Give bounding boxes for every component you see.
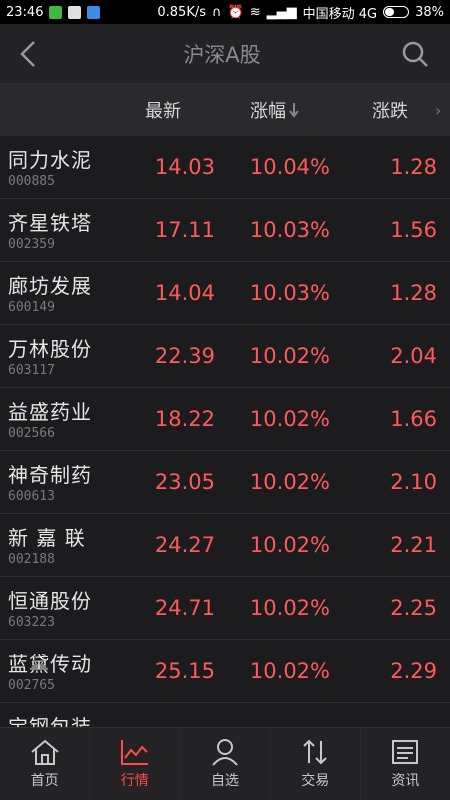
stock-pct-change: 10.03% — [249, 281, 330, 305]
trade-arrows-icon — [303, 739, 327, 765]
stock-pct-change: 10.02% — [249, 533, 330, 557]
stock-price: 25.15 — [154, 659, 215, 683]
headset-icon: ∩ — [212, 4, 222, 20]
stock-code: 600149 — [8, 300, 55, 315]
tab-news[interactable]: 资讯 — [361, 728, 450, 800]
stock-change: 1.66 — [390, 407, 437, 431]
stock-name: 万林股份 — [8, 337, 92, 361]
signal-icon: ▂▄▆ — [266, 4, 297, 20]
market-chart-icon — [120, 740, 148, 765]
tab-news-label: 资讯 — [391, 773, 420, 789]
network-speed: 0.85K/s — [157, 4, 206, 20]
stock-price: 22.39 — [154, 344, 215, 368]
stock-row[interactable]: 同力水泥 000885 14.03 10.04% 1.28 — [0, 136, 450, 199]
tab-home-label: 首页 — [30, 773, 59, 789]
stock-change: 2.29 — [390, 659, 437, 683]
stock-list: 同力水泥 000885 14.03 10.04% 1.28 齐星铁塔 00235… — [0, 136, 450, 728]
stock-code: 002566 — [8, 426, 55, 441]
sort-descending-icon — [289, 103, 299, 118]
tab-home[interactable]: 首页 — [0, 728, 91, 800]
status-time: 23:46 — [6, 4, 44, 20]
stock-row[interactable]: 恒通股份 603223 24.71 10.02% 2.25 — [0, 577, 450, 640]
stock-code: 002765 — [8, 678, 55, 693]
stock-row[interactable]: 廊坊发展 600149 14.04 10.03% 1.28 — [0, 262, 450, 325]
app-notification-icon — [68, 5, 82, 19]
watchlist-person-icon — [212, 739, 238, 766]
stock-pct-change: 10.02% — [249, 659, 330, 683]
column-newest[interactable]: 最新 — [145, 97, 181, 123]
column-pct-label: 涨幅 — [250, 101, 286, 122]
tab-trade[interactable]: 交易 — [271, 728, 361, 800]
stock-code: 600613 — [8, 489, 55, 504]
nav-bar: 沪深A股 — [0, 24, 450, 84]
stock-row[interactable]: 蓝黛传动 002765 25.15 10.02% 2.29 — [0, 640, 450, 703]
search-icon[interactable] — [400, 39, 430, 69]
carrier: 中国移动 4G — [302, 6, 378, 22]
stock-name: 廊坊发展 — [8, 274, 92, 298]
wechat-notification-icon — [49, 5, 63, 19]
stock-name: 益盛药业 — [8, 400, 92, 424]
column-change[interactable]: 涨跌 — [372, 97, 408, 123]
stock-price: 24.71 — [154, 596, 215, 620]
stock-price: 18.22 — [154, 407, 215, 431]
battery-icon — [383, 6, 410, 18]
stock-price: 14.03 — [154, 155, 215, 179]
stock-change: 2.21 — [390, 533, 437, 557]
stock-pct-change: 10.02% — [249, 596, 330, 620]
stock-code: 002359 — [8, 237, 55, 252]
page-title: 沪深A股 — [183, 42, 261, 67]
stock-name: 齐星铁塔 — [8, 211, 92, 235]
back-icon[interactable] — [20, 34, 44, 74]
tab-watchlist[interactable]: 自选 — [180, 728, 271, 800]
stock-change: 2.25 — [390, 596, 437, 620]
stock-row[interactable]: 万林股份 603117 22.39 10.02% 2.04 — [0, 325, 450, 388]
stock-code: 000885 — [8, 174, 55, 189]
qq-notification-icon — [87, 5, 101, 19]
stock-row[interactable]: 新 嘉 联 002188 24.27 10.02% 2.21 — [0, 514, 450, 577]
stock-price: 14.04 — [154, 281, 215, 305]
stock-change: 2.04 — [390, 344, 437, 368]
stock-name: 同力水泥 — [8, 148, 92, 172]
stock-name: 宝钢包装 — [8, 715, 92, 728]
stock-pct-change: 10.02% — [249, 344, 330, 368]
battery-level: 38% — [415, 4, 444, 20]
tab-market[interactable]: 行情 — [90, 728, 181, 800]
stock-row[interactable]: 神奇制药 600613 23.05 10.02% 2.10 — [0, 451, 450, 514]
stock-code: 002188 — [8, 552, 55, 567]
tab-watchlist-label: 自选 — [211, 773, 239, 789]
stock-price: 17.11 — [154, 218, 215, 242]
stock-change: 1.56 — [390, 218, 437, 242]
stock-row[interactable]: 齐星铁塔 002359 17.11 10.03% 1.56 — [0, 199, 450, 262]
stock-pct-change: 10.04% — [249, 155, 330, 179]
stock-name: 新 嘉 联 — [8, 526, 86, 550]
stock-change: 2.10 — [390, 470, 437, 494]
tab-trade-label: 交易 — [301, 773, 330, 789]
stock-pct-change: 10.02% — [249, 470, 330, 494]
bottom-tab-bar: 首页 行情 自选 交易 资讯 — [0, 727, 450, 800]
scroll-right-icon[interactable]: › — [435, 101, 441, 120]
stock-code: 603223 — [8, 615, 55, 630]
stock-name: 神奇制药 — [8, 463, 92, 487]
stock-price: 23.05 — [154, 470, 215, 494]
stock-row[interactable]: 益盛药业 002566 18.22 10.02% 1.66 — [0, 388, 450, 451]
stock-change: 1.28 — [390, 281, 437, 305]
stock-change: 1.28 — [390, 155, 437, 179]
stock-pct-change: 10.03% — [249, 218, 330, 242]
stock-price: 24.27 — [154, 533, 215, 557]
tab-market-label: 行情 — [120, 773, 149, 789]
status-bar: 23:46 0.85K/s ∩ ⏰ ≋ ▂▄▆ 中国移动 4G 38% — [0, 0, 450, 24]
stock-name: 恒通股份 — [8, 589, 92, 613]
stock-code: 603117 — [8, 363, 55, 378]
stock-pct-change: 10.02% — [249, 407, 330, 431]
column-pct-change[interactable]: 涨幅 — [250, 97, 299, 123]
news-icon — [392, 740, 419, 764]
stock-row[interactable]: 宝钢包装 — [0, 703, 450, 728]
wifi-icon: ≋ — [249, 4, 261, 20]
alarm-icon: ⏰ — [227, 4, 244, 20]
home-icon — [30, 739, 59, 765]
stock-name: 蓝黛传动 — [8, 652, 92, 676]
column-header: 最新 涨幅 涨跌 › — [0, 84, 450, 136]
